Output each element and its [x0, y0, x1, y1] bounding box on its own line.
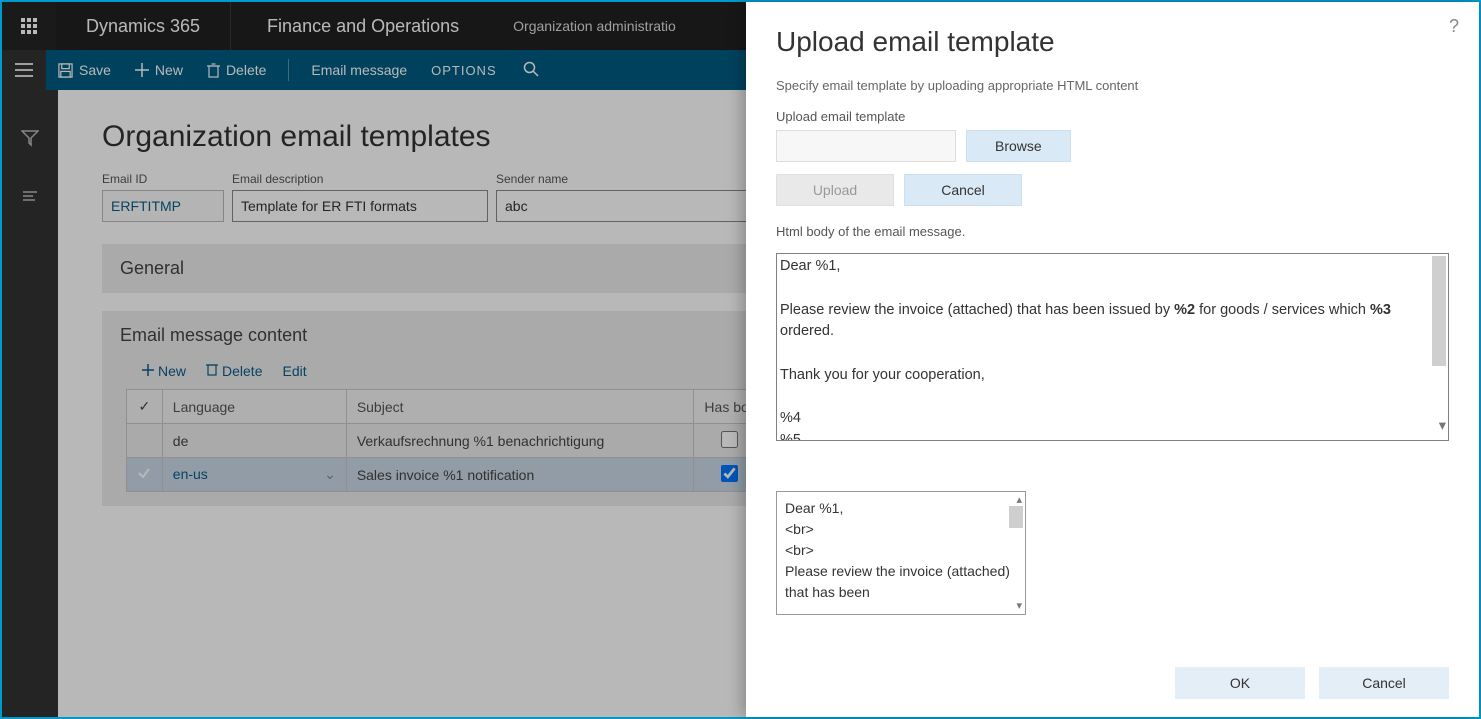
modal-scrim: [2, 2, 748, 717]
scroll-down-icon[interactable]: ▾: [1439, 416, 1446, 438]
body-label: Html body of the email message.: [776, 224, 1449, 239]
scrollbar[interactable]: [1432, 256, 1446, 366]
html-preview[interactable]: ▾ Dear %1, Please review the invoice (at…: [776, 253, 1449, 441]
scrollbar[interactable]: [1009, 506, 1023, 528]
cancel-button[interactable]: Cancel: [1319, 667, 1449, 699]
upload-panel: ? Upload email template Specify email te…: [746, 2, 1479, 717]
browse-button[interactable]: Browse: [966, 130, 1071, 162]
help-icon[interactable]: ?: [1449, 16, 1459, 37]
ok-button[interactable]: OK: [1175, 667, 1305, 699]
panel-title: Upload email template: [776, 26, 1449, 58]
panel-desc: Specify email template by uploading appr…: [776, 78, 1449, 93]
file-path-input[interactable]: [776, 130, 956, 162]
html-source[interactable]: ▴ ▾ Dear %1, <br> <br> Please review the…: [776, 491, 1026, 615]
panel-footer: OK Cancel: [776, 653, 1449, 717]
cancel-upload-button[interactable]: Cancel: [904, 174, 1022, 206]
upload-label: Upload email template: [776, 109, 1449, 124]
scroll-down-icon[interactable]: ▾: [1016, 598, 1022, 615]
upload-button: Upload: [776, 174, 894, 206]
